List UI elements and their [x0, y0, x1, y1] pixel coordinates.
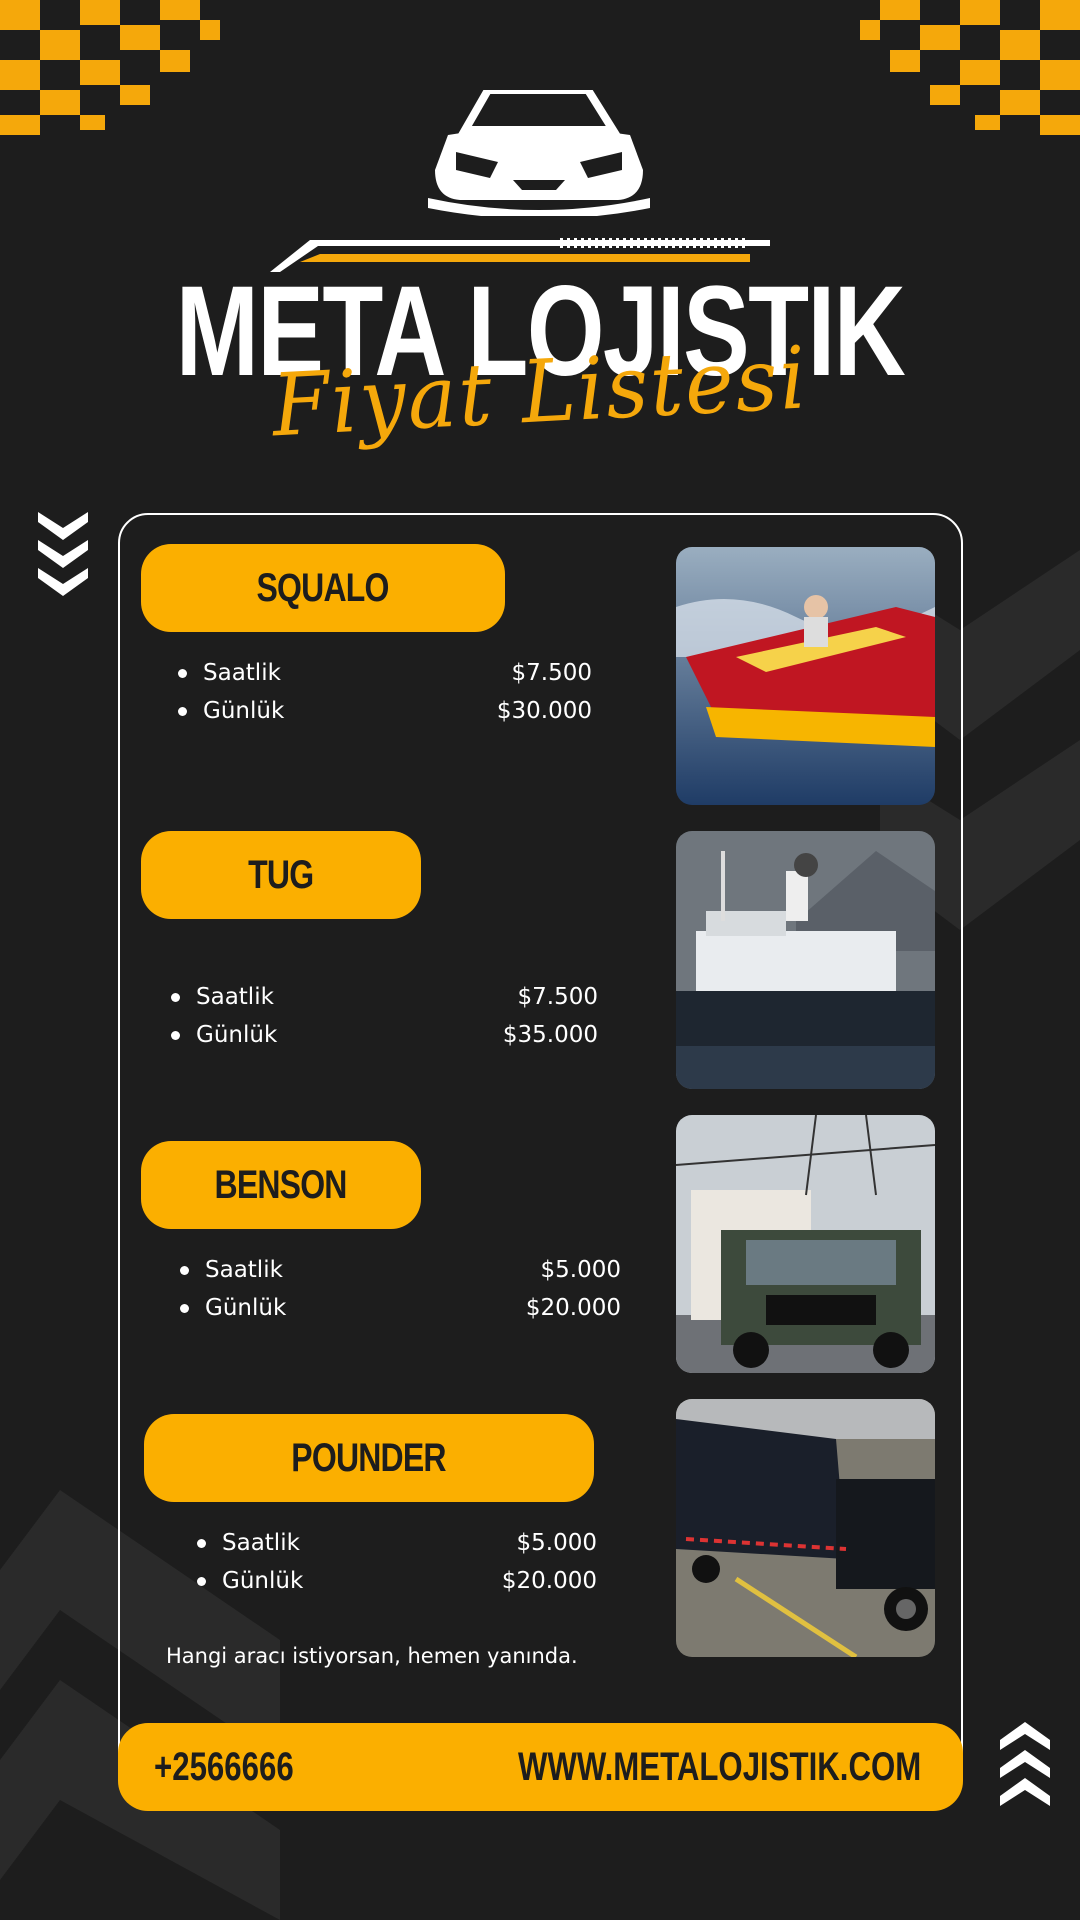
- bullet-icon: [197, 1576, 206, 1586]
- price-list: Saatlik $5.000 Günlük $20.000: [180, 1251, 621, 1327]
- price-label: Saatlik: [203, 660, 281, 686]
- bullet-icon: [180, 1265, 189, 1275]
- phone-number-text: +2566666: [154, 1744, 294, 1789]
- price-list: Saatlik $7.500 Günlük $30.000: [178, 654, 592, 730]
- price-row: Günlük $35.000: [171, 1016, 598, 1054]
- price-value: $20.000: [525, 1295, 621, 1321]
- speedboat-photo: [676, 547, 935, 805]
- tugboat-photo: [676, 831, 935, 1089]
- price-row: Saatlik $7.500: [178, 654, 592, 692]
- checkered-flag-corner-right: [860, 0, 1080, 150]
- vehicle-name: TUG: [248, 852, 314, 897]
- price-row: Saatlik $7.500: [171, 978, 598, 1016]
- sports-car-logo-icon: [428, 90, 650, 216]
- bullet-icon: [171, 1030, 180, 1040]
- phone-number[interactable]: +2566666: [154, 1723, 333, 1811]
- vehicle-name-pill: POUNDER: [144, 1414, 594, 1502]
- price-list: Saatlik $5.000 Günlük $20.000: [197, 1524, 597, 1600]
- price-row: Günlük $20.000: [197, 1562, 597, 1600]
- vehicle-name-pill: TUG: [141, 831, 421, 919]
- checkered-flag-corner-left: [0, 0, 220, 150]
- vehicle-name: POUNDER: [291, 1435, 447, 1480]
- price-label: Saatlik: [205, 1257, 283, 1283]
- bullet-icon: [197, 1538, 206, 1548]
- price-row: Saatlik $5.000: [197, 1524, 597, 1562]
- chevron-up-icon: [1000, 1722, 1050, 1806]
- price-row: Saatlik $5.000: [180, 1251, 621, 1289]
- chevron-down-icon: [38, 512, 88, 596]
- bullet-icon: [171, 992, 180, 1002]
- price-value: $35.000: [502, 1022, 598, 1048]
- bullet-icon: [180, 1303, 189, 1313]
- price-value: $5.000: [516, 1530, 597, 1556]
- contact-footer-bar: +2566666 WWW.METALOJISTIK.COM: [118, 1723, 963, 1811]
- vehicle-name: BENSON: [214, 1162, 348, 1207]
- price-label: Günlük: [205, 1295, 287, 1321]
- website-link-text: WWW.METALOJISTIK.COM: [518, 1744, 922, 1789]
- price-value: $20.000: [501, 1568, 597, 1594]
- price-value: $7.500: [517, 984, 598, 1010]
- price-row: Günlük $20.000: [180, 1289, 621, 1327]
- price-label: Günlük: [196, 1022, 278, 1048]
- price-label: Saatlik: [222, 1530, 300, 1556]
- vehicle-name: SQUALO: [256, 565, 390, 610]
- price-value: $7.500: [511, 660, 592, 686]
- bullet-icon: [178, 706, 187, 716]
- website-link[interactable]: WWW.METALOJISTIK.COM: [518, 1723, 1035, 1811]
- bullet-icon: [178, 668, 187, 678]
- vehicle-name-pill: BENSON: [141, 1141, 421, 1229]
- price-value: $5.000: [540, 1257, 621, 1283]
- price-value: $30.000: [496, 698, 592, 724]
- price-label: Saatlik: [196, 984, 274, 1010]
- vehicle-name-pill: SQUALO: [141, 544, 505, 632]
- price-row: Günlük $30.000: [178, 692, 592, 730]
- semi-truck-photo: [676, 1399, 935, 1657]
- price-list: Saatlik $7.500 Günlük $35.000: [171, 978, 598, 1054]
- box-truck-photo: [676, 1115, 935, 1373]
- price-label: Günlük: [222, 1568, 304, 1594]
- tagline: Hangi aracı istiyorsan, hemen yanında.: [166, 1644, 578, 1668]
- price-label: Günlük: [203, 698, 285, 724]
